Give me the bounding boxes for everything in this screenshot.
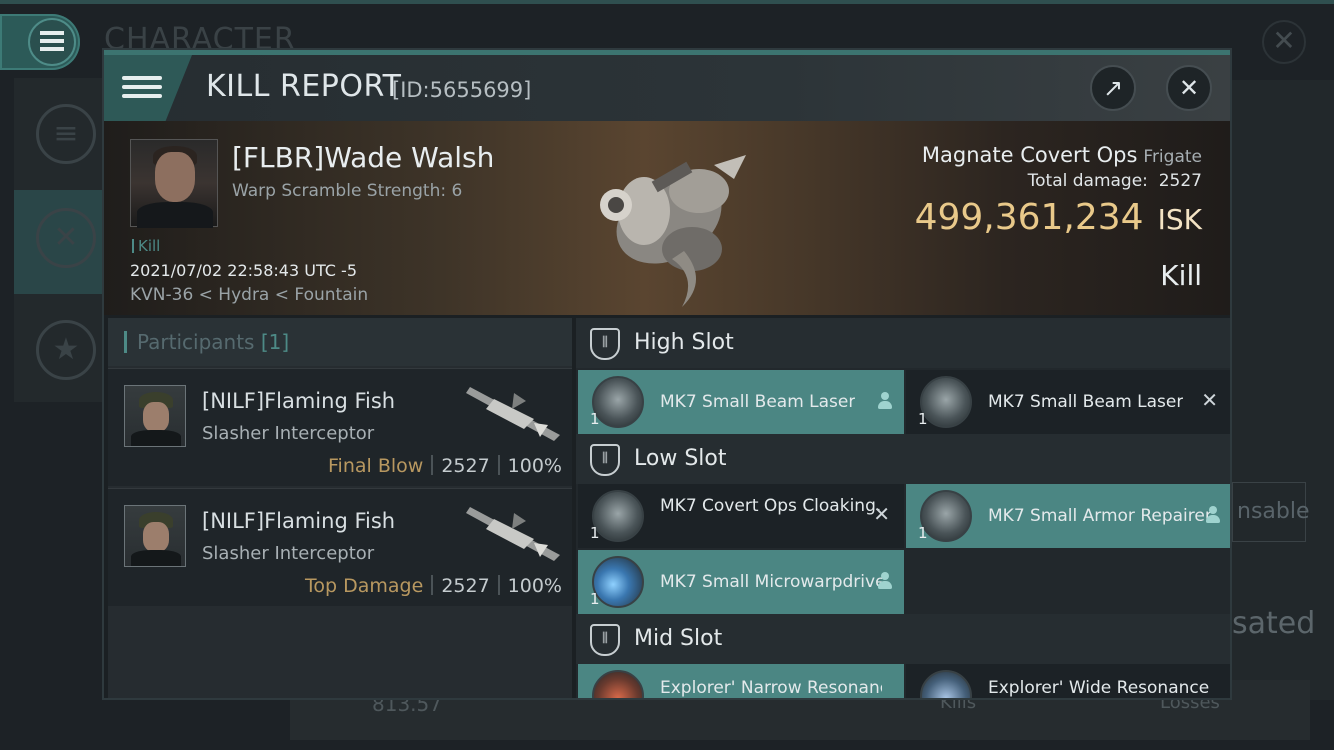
high-slot-header: ⫼ High Slot <box>576 318 1230 368</box>
external-link-icon[interactable]: ↗ <box>1090 65 1136 111</box>
low-slot-header: ⫼ Low Slot <box>576 434 1230 484</box>
background-close-icon[interactable]: ✕ <box>1262 20 1306 64</box>
mid-slot-header: ⫼ Mid Slot <box>576 614 1230 664</box>
resonance-scanner-icon <box>592 670 644 698</box>
victim-ship-image[interactable] <box>574 131 764 311</box>
microwarpdrive-icon <box>592 556 644 608</box>
isk-unit: ISK <box>1157 203 1202 236</box>
x-mark-icon: ✕ <box>1201 388 1218 412</box>
background-partial-button[interactable]: nsable <box>1232 482 1310 542</box>
kill-datetime: 2021/07/02 22:58:43 UTC -5 <box>130 261 358 280</box>
mid-slot-label: Mid Slot <box>634 626 723 651</box>
background-list-icon[interactable]: ≡ <box>36 104 96 164</box>
person-icon <box>878 572 892 590</box>
participant-percent: 100% <box>507 575 562 597</box>
total-damage-label: Total damage: <box>1027 171 1148 191</box>
participant-row[interactable]: [NILF]Flaming Fish Slasher Interceptor F… <box>108 368 572 486</box>
module-qty: 1 <box>590 524 600 542</box>
low-slot-label: Low Slot <box>634 446 727 471</box>
ship-class: Frigate <box>1143 147 1202 167</box>
module-item[interactable]: Explorer' Narrow Resonance... <box>578 664 904 698</box>
close-icon[interactable]: ✕ <box>1166 65 1212 111</box>
x-mark-icon: ✕ <box>873 502 890 526</box>
kill-tag: Kill <box>132 237 160 255</box>
total-damage-value: 2527 <box>1158 171 1202 191</box>
top-accent-line <box>0 0 1334 4</box>
participant-ship-image[interactable] <box>464 379 568 447</box>
victim-ship-name[interactable]: Magnate Covert Ops Frigate <box>922 143 1202 167</box>
module-name: MK7 Small Beam Laser <box>988 392 1184 412</box>
isk-value: 499,361,234 ISK <box>915 197 1202 238</box>
participant-portrait[interactable] <box>124 385 186 447</box>
module-qty: 1 <box>590 590 600 608</box>
participant-percent: 100% <box>507 455 562 477</box>
participant-ship-image[interactable] <box>464 499 568 567</box>
participants-count: [1] <box>260 330 290 354</box>
participant-portrait[interactable] <box>124 505 186 567</box>
module-name: MK7 Covert Ops Cloaking... <box>660 496 882 516</box>
kill-location[interactable]: KVN-36 < Hydra < Fountain <box>130 285 368 305</box>
module-item[interactable]: 1 MK7 Small Armor Repairer <box>906 484 1230 548</box>
participant-name: [NILF]Flaming Fish <box>202 509 396 533</box>
shield-icon: ⫼ <box>590 444 620 476</box>
module-item[interactable]: Explorer' Wide Resonance... <box>906 664 1230 698</box>
module-name: MK7 Small Microwarpdrive <box>660 572 882 592</box>
module-qty: 1 <box>918 524 928 542</box>
background-star-icon[interactable]: ★ <box>36 320 96 380</box>
dialog-title: KILL REPORT <box>206 69 402 104</box>
fitting-panel: ⫼ High Slot 1 MK7 Small Beam Laser 1 MK7… <box>576 318 1230 698</box>
kill-id: [ID:5655699] <box>392 78 532 102</box>
participant-stats: Top Damage 2527 100% <box>305 575 562 597</box>
kill-report-dialog: KILL REPORT [ID:5655699] ↗ ✕ [FLBR]Wade … <box>102 48 1232 700</box>
module-item[interactable]: 1 MK7 Small Beam Laser ✕ <box>906 370 1230 434</box>
module-name: MK7 Small Armor Repairer <box>988 506 1210 526</box>
dialog-header: KILL REPORT [ID:5655699] ↗ ✕ <box>104 55 1230 121</box>
cloaking-device-icon <box>592 490 644 542</box>
participant-ship: Slasher Interceptor <box>202 423 375 444</box>
person-icon <box>1206 506 1220 524</box>
resonance-scanner-icon <box>920 670 972 698</box>
module-item[interactable]: 1 MK7 Small Microwarpdrive <box>578 550 904 614</box>
participants-panel: Participants [1] [NILF]Flaming Fish Slas… <box>108 318 572 698</box>
main-menu-icon <box>28 18 76 66</box>
warp-scramble-strength: Warp Scramble Strength: 6 <box>232 181 463 201</box>
participant-row[interactable]: [NILF]Flaming Fish Slasher Interceptor T… <box>108 488 572 606</box>
high-slot-label: High Slot <box>634 330 734 355</box>
module-name: Explorer' Wide Resonance... <box>988 678 1210 698</box>
isk-amount: 499,361,234 <box>914 197 1144 238</box>
hamburger-icon[interactable] <box>122 71 162 105</box>
shield-icon: ⫼ <box>590 328 620 360</box>
top-damage-tag: Top Damage <box>305 575 424 597</box>
main-menu-button[interactable] <box>0 14 80 70</box>
module-name: MK7 Small Beam Laser <box>660 392 856 412</box>
ship-name-text: Magnate Covert Ops <box>921 143 1138 167</box>
module-qty: 1 <box>918 410 928 428</box>
module-item[interactable]: 1 MK7 Covert Ops Cloaking... ✕ <box>578 484 904 548</box>
victim-banner: [FLBR]Wade Walsh Warp Scramble Strength:… <box>104 121 1230 315</box>
participant-damage: 2527 <box>441 575 490 597</box>
beam-laser-icon <box>592 376 644 428</box>
kill-kind: Kill <box>1160 259 1202 292</box>
participant-stats: Final Blow 2527 100% <box>328 455 562 477</box>
participant-damage: 2527 <box>441 455 490 477</box>
armor-repairer-icon <box>920 490 972 542</box>
module-item[interactable]: 1 MK7 Small Beam Laser <box>578 370 904 434</box>
participants-header: Participants [1] <box>108 318 572 366</box>
final-blow-tag: Final Blow <box>328 455 424 477</box>
participant-name: [NILF]Flaming Fish <box>202 389 396 413</box>
kill-tag-label: Kill <box>138 237 161 255</box>
shield-icon: ⫼ <box>590 624 620 656</box>
victim-portrait[interactable] <box>130 139 218 228</box>
victim-name[interactable]: [FLBR]Wade Walsh <box>232 141 494 174</box>
participants-label: Participants <box>137 330 255 354</box>
background-partial-text: sated <box>1232 606 1316 641</box>
beam-laser-icon <box>920 376 972 428</box>
participant-ship: Slasher Interceptor <box>202 543 375 564</box>
module-qty: 1 <box>590 410 600 428</box>
module-name: Explorer' Narrow Resonance... <box>660 678 882 698</box>
total-damage: Total damage: 2527 <box>1028 171 1202 191</box>
person-icon <box>878 392 892 410</box>
background-crossed-swords-icon[interactable]: ✕ <box>36 208 96 268</box>
